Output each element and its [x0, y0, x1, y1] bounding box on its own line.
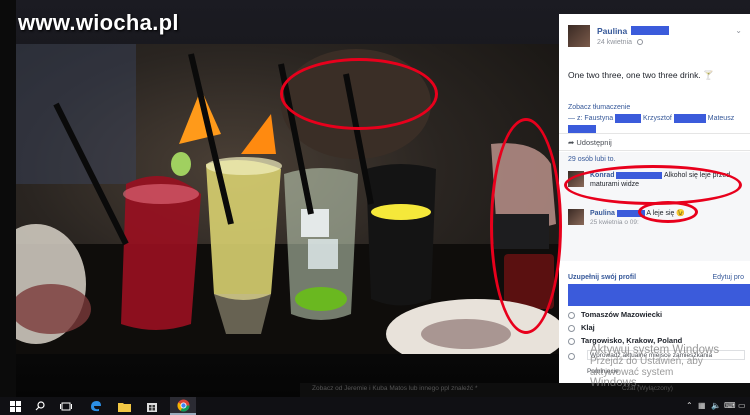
- search-icon[interactable]: [30, 397, 50, 415]
- redacted-surname: [616, 171, 663, 179]
- post-photo[interactable]: [16, 44, 559, 354]
- share-button[interactable]: ➦ Udostępnij: [568, 138, 612, 147]
- tagged-friends: — z: Faustyna Krzysztof Mateusz: [568, 113, 746, 135]
- notification-icon[interactable]: ▭: [738, 401, 746, 410]
- profile-option-label: Tomaszów Mazowiecki: [581, 310, 663, 319]
- profile-banner: [568, 284, 750, 306]
- redacted-surname: [673, 113, 706, 123]
- left-edge: [0, 0, 16, 397]
- post-header: Paulina 24 kwietnia ⌄: [559, 14, 750, 56]
- divider: [559, 133, 750, 134]
- post-text: One two three, one two three drink. 🍸: [568, 70, 714, 80]
- windows-start-icon[interactable]: [4, 397, 26, 415]
- author-avatar[interactable]: [568, 25, 590, 47]
- activate-subtitle: Przejdź do Ustawień, aby aktywować syste…: [590, 356, 703, 378]
- profile-option-label: Klaj: [581, 323, 595, 332]
- likes-count[interactable]: 29 osób lubi to.: [568, 156, 615, 163]
- divider: [559, 150, 750, 151]
- edge-icon[interactable]: [85, 397, 107, 415]
- profile-prompt-title: Uzupełnij swój profil: [568, 274, 637, 281]
- comments-area: [559, 152, 750, 261]
- comment-body: Konrad Alkohol się leje przed maturami w…: [590, 171, 746, 189]
- network-icon[interactable]: ▦: [698, 401, 706, 410]
- profile-option[interactable]: Klaj: [568, 323, 750, 332]
- profile-option[interactable]: Tomaszów Mazowiecki: [568, 310, 750, 319]
- comment-meta[interactable]: 25 kwietnia o 09:: [590, 218, 746, 227]
- drinks-scene: [16, 44, 559, 354]
- task-view-icon[interactable]: [56, 397, 76, 415]
- tagged-friend[interactable]: Faustyna: [584, 115, 613, 122]
- file-explorer-icon[interactable]: [113, 397, 135, 415]
- radio-icon[interactable]: [568, 352, 575, 360]
- globe-icon: [636, 39, 643, 46]
- share-label: Udostępnij: [576, 138, 612, 147]
- keyboard-icon[interactable]: ⌨: [724, 401, 736, 410]
- activate-title: Aktywuj system Windows: [590, 344, 720, 356]
- chevron-down-icon[interactable]: ⌄: [735, 26, 742, 35]
- redacted-surname: [631, 26, 669, 35]
- commenter-name[interactable]: Paulina: [590, 210, 615, 217]
- post-author[interactable]: Paulina: [597, 26, 627, 36]
- tagged-friend[interactable]: Krzysztof: [643, 115, 672, 122]
- activate-windows-watermark: Aktywuj system Windows Przejdź do Ustawi…: [590, 344, 750, 389]
- radio-icon[interactable]: [568, 324, 575, 332]
- commenter-avatar[interactable]: [568, 171, 584, 187]
- windows-taskbar: ⌃ ▦ 🔈 ⌨ ▭: [0, 397, 750, 415]
- profile-edit-link[interactable]: Edytuj pro: [712, 274, 744, 281]
- radio-icon[interactable]: [568, 311, 575, 319]
- chat-suggestion[interactable]: Zobacz od Jeremie i Kuba Matos lub inneg…: [312, 385, 477, 392]
- site-watermark: www.wiocha.pl: [18, 10, 179, 35]
- comment-text: A leje się 😉: [646, 210, 686, 217]
- activate-suffix: Windows.: [590, 377, 640, 389]
- post-date[interactable]: 24 kwietnia: [597, 39, 632, 46]
- chrome-icon[interactable]: [170, 397, 196, 415]
- chevron-up-icon[interactable]: ⌃: [686, 401, 693, 410]
- post-meta: 24 kwietnia: [597, 39, 643, 46]
- see-translation-link[interactable]: Zobacz tłumaczenie: [568, 104, 630, 111]
- commenter-name[interactable]: Konrad: [590, 172, 615, 179]
- tagged-friend[interactable]: Mateusz: [708, 115, 734, 122]
- redacted-surname: [616, 209, 645, 217]
- store-icon[interactable]: [141, 397, 163, 415]
- comment-body: Paulina A leje się 😉 25 kwietnia o 09:: [590, 209, 746, 227]
- tagged-prefix: — z:: [568, 115, 583, 122]
- radio-icon[interactable]: [568, 337, 575, 345]
- facebook-post-panel: Paulina 24 kwietnia ⌄ One two three, one…: [559, 14, 750, 384]
- commenter-avatar[interactable]: [568, 209, 584, 225]
- volume-icon[interactable]: 🔈: [711, 401, 721, 410]
- redacted-surname: [615, 113, 642, 123]
